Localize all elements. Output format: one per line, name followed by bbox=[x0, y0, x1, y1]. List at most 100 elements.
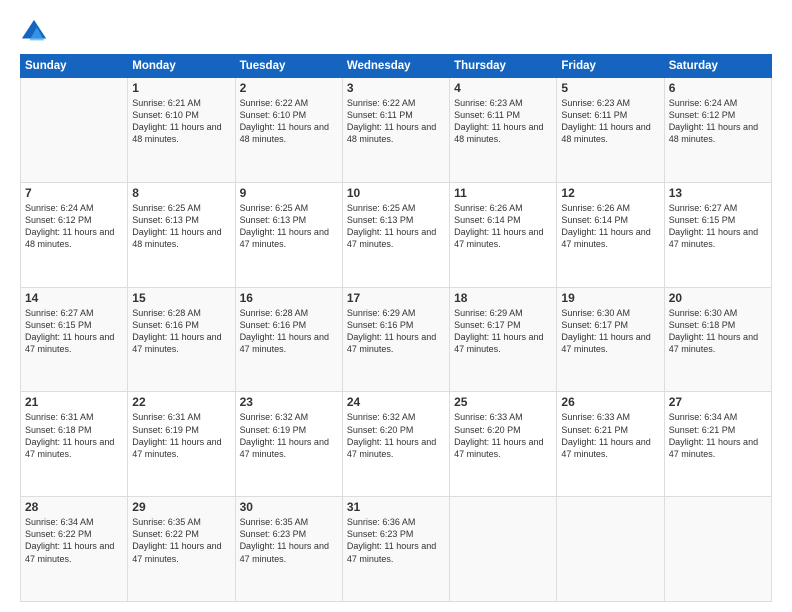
calendar-cell: 18 Sunrise: 6:29 AMSunset: 6:17 PMDaylig… bbox=[450, 287, 557, 392]
cell-info: Sunrise: 6:25 AMSunset: 6:13 PMDaylight:… bbox=[132, 203, 221, 249]
calendar-cell: 23 Sunrise: 6:32 AMSunset: 6:19 PMDaylig… bbox=[235, 392, 342, 497]
week-row-3: 14 Sunrise: 6:27 AMSunset: 6:15 PMDaylig… bbox=[21, 287, 772, 392]
calendar-cell bbox=[450, 497, 557, 602]
day-number: 21 bbox=[25, 395, 123, 409]
day-number: 11 bbox=[454, 186, 552, 200]
calendar-cell: 6 Sunrise: 6:24 AMSunset: 6:12 PMDayligh… bbox=[664, 78, 771, 183]
day-number: 23 bbox=[240, 395, 338, 409]
calendar-cell: 3 Sunrise: 6:22 AMSunset: 6:11 PMDayligh… bbox=[342, 78, 449, 183]
calendar-cell: 11 Sunrise: 6:26 AMSunset: 6:14 PMDaylig… bbox=[450, 182, 557, 287]
calendar-table: SundayMondayTuesdayWednesdayThursdayFrid… bbox=[20, 54, 772, 602]
week-row-4: 21 Sunrise: 6:31 AMSunset: 6:18 PMDaylig… bbox=[21, 392, 772, 497]
cell-info: Sunrise: 6:35 AMSunset: 6:23 PMDaylight:… bbox=[240, 517, 329, 563]
calendar-cell: 5 Sunrise: 6:23 AMSunset: 6:11 PMDayligh… bbox=[557, 78, 664, 183]
day-number: 30 bbox=[240, 500, 338, 514]
day-number: 24 bbox=[347, 395, 445, 409]
calendar-cell: 2 Sunrise: 6:22 AMSunset: 6:10 PMDayligh… bbox=[235, 78, 342, 183]
logo-icon bbox=[20, 18, 48, 46]
day-number: 12 bbox=[561, 186, 659, 200]
cell-info: Sunrise: 6:26 AMSunset: 6:14 PMDaylight:… bbox=[454, 203, 543, 249]
calendar-cell: 19 Sunrise: 6:30 AMSunset: 6:17 PMDaylig… bbox=[557, 287, 664, 392]
calendar-cell: 20 Sunrise: 6:30 AMSunset: 6:18 PMDaylig… bbox=[664, 287, 771, 392]
weekday-tuesday: Tuesday bbox=[235, 55, 342, 78]
calendar-cell: 1 Sunrise: 6:21 AMSunset: 6:10 PMDayligh… bbox=[128, 78, 235, 183]
cell-info: Sunrise: 6:33 AMSunset: 6:21 PMDaylight:… bbox=[561, 412, 650, 458]
calendar-cell: 4 Sunrise: 6:23 AMSunset: 6:11 PMDayligh… bbox=[450, 78, 557, 183]
day-number: 14 bbox=[25, 291, 123, 305]
cell-info: Sunrise: 6:31 AMSunset: 6:18 PMDaylight:… bbox=[25, 412, 114, 458]
cell-info: Sunrise: 6:23 AMSunset: 6:11 PMDaylight:… bbox=[561, 98, 650, 144]
cell-info: Sunrise: 6:27 AMSunset: 6:15 PMDaylight:… bbox=[669, 203, 758, 249]
day-number: 13 bbox=[669, 186, 767, 200]
weekday-saturday: Saturday bbox=[664, 55, 771, 78]
calendar-cell: 9 Sunrise: 6:25 AMSunset: 6:13 PMDayligh… bbox=[235, 182, 342, 287]
cell-info: Sunrise: 6:34 AMSunset: 6:22 PMDaylight:… bbox=[25, 517, 114, 563]
calendar-cell: 28 Sunrise: 6:34 AMSunset: 6:22 PMDaylig… bbox=[21, 497, 128, 602]
cell-info: Sunrise: 6:27 AMSunset: 6:15 PMDaylight:… bbox=[25, 308, 114, 354]
cell-info: Sunrise: 6:28 AMSunset: 6:16 PMDaylight:… bbox=[240, 308, 329, 354]
cell-info: Sunrise: 6:24 AMSunset: 6:12 PMDaylight:… bbox=[669, 98, 758, 144]
cell-info: Sunrise: 6:34 AMSunset: 6:21 PMDaylight:… bbox=[669, 412, 758, 458]
day-number: 8 bbox=[132, 186, 230, 200]
cell-info: Sunrise: 6:28 AMSunset: 6:16 PMDaylight:… bbox=[132, 308, 221, 354]
cell-info: Sunrise: 6:21 AMSunset: 6:10 PMDaylight:… bbox=[132, 98, 221, 144]
cell-info: Sunrise: 6:23 AMSunset: 6:11 PMDaylight:… bbox=[454, 98, 543, 144]
weekday-sunday: Sunday bbox=[21, 55, 128, 78]
day-number: 19 bbox=[561, 291, 659, 305]
day-number: 18 bbox=[454, 291, 552, 305]
weekday-wednesday: Wednesday bbox=[342, 55, 449, 78]
cell-info: Sunrise: 6:22 AMSunset: 6:11 PMDaylight:… bbox=[347, 98, 436, 144]
day-number: 22 bbox=[132, 395, 230, 409]
day-number: 6 bbox=[669, 81, 767, 95]
calendar-cell: 10 Sunrise: 6:25 AMSunset: 6:13 PMDaylig… bbox=[342, 182, 449, 287]
cell-info: Sunrise: 6:26 AMSunset: 6:14 PMDaylight:… bbox=[561, 203, 650, 249]
calendar-cell: 12 Sunrise: 6:26 AMSunset: 6:14 PMDaylig… bbox=[557, 182, 664, 287]
day-number: 7 bbox=[25, 186, 123, 200]
day-number: 20 bbox=[669, 291, 767, 305]
day-number: 5 bbox=[561, 81, 659, 95]
header bbox=[20, 18, 772, 46]
calendar-cell: 14 Sunrise: 6:27 AMSunset: 6:15 PMDaylig… bbox=[21, 287, 128, 392]
cell-info: Sunrise: 6:22 AMSunset: 6:10 PMDaylight:… bbox=[240, 98, 329, 144]
calendar-cell: 26 Sunrise: 6:33 AMSunset: 6:21 PMDaylig… bbox=[557, 392, 664, 497]
calendar-cell bbox=[557, 497, 664, 602]
day-number: 1 bbox=[132, 81, 230, 95]
cell-info: Sunrise: 6:36 AMSunset: 6:23 PMDaylight:… bbox=[347, 517, 436, 563]
calendar-cell: 29 Sunrise: 6:35 AMSunset: 6:22 PMDaylig… bbox=[128, 497, 235, 602]
day-number: 28 bbox=[25, 500, 123, 514]
calendar-cell: 8 Sunrise: 6:25 AMSunset: 6:13 PMDayligh… bbox=[128, 182, 235, 287]
calendar-cell: 15 Sunrise: 6:28 AMSunset: 6:16 PMDaylig… bbox=[128, 287, 235, 392]
day-number: 4 bbox=[454, 81, 552, 95]
page: SundayMondayTuesdayWednesdayThursdayFrid… bbox=[0, 0, 792, 612]
calendar-cell: 30 Sunrise: 6:35 AMSunset: 6:23 PMDaylig… bbox=[235, 497, 342, 602]
weekday-friday: Friday bbox=[557, 55, 664, 78]
calendar-cell: 31 Sunrise: 6:36 AMSunset: 6:23 PMDaylig… bbox=[342, 497, 449, 602]
calendar-cell: 21 Sunrise: 6:31 AMSunset: 6:18 PMDaylig… bbox=[21, 392, 128, 497]
weekday-monday: Monday bbox=[128, 55, 235, 78]
calendar-cell: 17 Sunrise: 6:29 AMSunset: 6:16 PMDaylig… bbox=[342, 287, 449, 392]
cell-info: Sunrise: 6:25 AMSunset: 6:13 PMDaylight:… bbox=[240, 203, 329, 249]
cell-info: Sunrise: 6:30 AMSunset: 6:18 PMDaylight:… bbox=[669, 308, 758, 354]
week-row-1: 1 Sunrise: 6:21 AMSunset: 6:10 PMDayligh… bbox=[21, 78, 772, 183]
cell-info: Sunrise: 6:35 AMSunset: 6:22 PMDaylight:… bbox=[132, 517, 221, 563]
day-number: 3 bbox=[347, 81, 445, 95]
cell-info: Sunrise: 6:32 AMSunset: 6:19 PMDaylight:… bbox=[240, 412, 329, 458]
day-number: 25 bbox=[454, 395, 552, 409]
cell-info: Sunrise: 6:32 AMSunset: 6:20 PMDaylight:… bbox=[347, 412, 436, 458]
calendar-cell: 7 Sunrise: 6:24 AMSunset: 6:12 PMDayligh… bbox=[21, 182, 128, 287]
cell-info: Sunrise: 6:33 AMSunset: 6:20 PMDaylight:… bbox=[454, 412, 543, 458]
day-number: 16 bbox=[240, 291, 338, 305]
weekday-thursday: Thursday bbox=[450, 55, 557, 78]
calendar-cell: 16 Sunrise: 6:28 AMSunset: 6:16 PMDaylig… bbox=[235, 287, 342, 392]
day-number: 29 bbox=[132, 500, 230, 514]
cell-info: Sunrise: 6:25 AMSunset: 6:13 PMDaylight:… bbox=[347, 203, 436, 249]
calendar-cell: 25 Sunrise: 6:33 AMSunset: 6:20 PMDaylig… bbox=[450, 392, 557, 497]
calendar-cell bbox=[664, 497, 771, 602]
calendar-cell: 22 Sunrise: 6:31 AMSunset: 6:19 PMDaylig… bbox=[128, 392, 235, 497]
cell-info: Sunrise: 6:24 AMSunset: 6:12 PMDaylight:… bbox=[25, 203, 114, 249]
day-number: 9 bbox=[240, 186, 338, 200]
day-number: 26 bbox=[561, 395, 659, 409]
cell-info: Sunrise: 6:30 AMSunset: 6:17 PMDaylight:… bbox=[561, 308, 650, 354]
week-row-5: 28 Sunrise: 6:34 AMSunset: 6:22 PMDaylig… bbox=[21, 497, 772, 602]
calendar-cell bbox=[21, 78, 128, 183]
